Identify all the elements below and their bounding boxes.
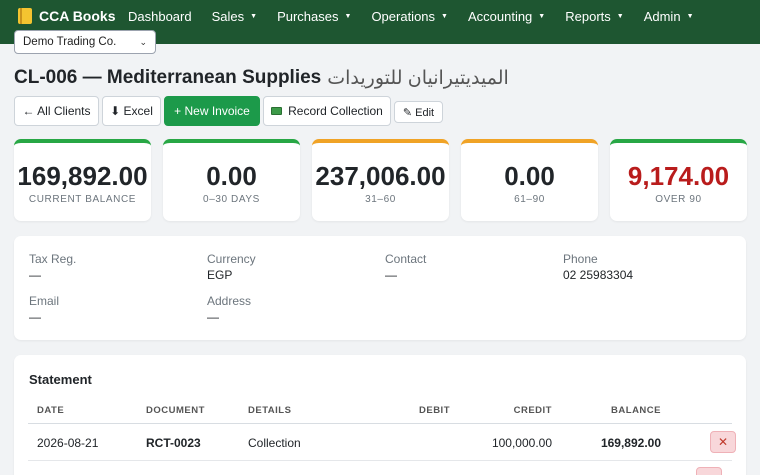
kpi-current-balance: 169,892.00 CURRENT BALANCE [14,139,151,221]
client-code-title: CL-006 — Mediterranean Supplies [14,67,322,88]
new-invoice-button[interactable]: + New Invoice [164,96,260,126]
kpi-value: 9,174.00 [627,161,730,191]
statement-table-header: DATE DOCUMENT DETAILS DEBIT CREDIT BALAN… [28,400,732,424]
field-value: — [385,268,397,282]
edit-button[interactable]: ✎ Edit [394,101,443,123]
column-header-details: DETAILS [248,405,292,416]
nav-dashboard[interactable]: Dashboard [128,9,192,24]
column-header-debit: DEBIT [419,405,450,416]
caret-down-icon: ▼ [616,12,624,20]
tax-reg-field: Tax Reg. — [29,252,76,282]
client-arabic-name: الميديتيرانيان للتوريدات [327,67,509,89]
statement-card: Statement DATE DOCUMENT DETAILS DEBIT CR… [14,355,746,475]
field-label: Email [29,294,60,308]
kpi-label: 61–90 [514,194,545,205]
kpi-label: 0–30 DAYS [203,194,260,205]
nav-accounting[interactable]: Accounting ▼ [468,9,545,24]
cell-balance: 169,892.00 [600,436,661,450]
currency-field: Currency EGP [207,252,256,282]
column-header-balance: BALANCE [611,405,661,416]
nav-admin[interactable]: Admin ▼ [644,9,694,24]
page-title: CL-006 — Mediterranean Supplies الميديتي… [14,66,509,90]
caret-down-icon: ▼ [686,12,694,20]
nav-label: Sales [211,8,245,24]
field-value: — [29,310,41,324]
close-icon: ✕ [717,435,729,449]
field-label: Currency [207,252,256,266]
address-field: Address — [207,294,251,324]
field-value: 02 25983304 [563,268,634,282]
company-select[interactable]: Demo Trading Co. ⌄ [14,30,156,54]
kpi-over-90: 9,174.00 OVER 90 [610,139,747,221]
kpi-label: CURRENT BALANCE [28,194,137,205]
app-title: CCA Books [39,8,116,24]
caret-down-icon: ▼ [538,12,546,20]
field-value: EGP [207,268,233,282]
nav-label: Reports [565,8,611,24]
company-select-value: Demo Trading Co. [23,36,117,48]
caret-down-icon: ▼ [344,12,352,20]
caret-down-icon: ▼ [441,12,448,20]
contact-field: Contact — [385,252,426,282]
nav-label: Purchases [277,8,339,24]
field-value: — [29,268,41,282]
nav-operations[interactable]: Operations ▼ [371,9,448,24]
chevron-down-icon: ⌄ [139,36,147,47]
client-info-card: Tax Reg. — Currency EGP Contact — Phone … [14,236,746,340]
caret-down-icon: ▼ [250,12,258,20]
app-brand[interactable]: CCA Books [18,6,116,26]
record-collection-label: Record Collection [288,104,383,118]
column-header-document: DOCUMENT [146,405,205,416]
cell-date: 2026-08-21 [37,436,99,450]
ledger-book-icon [18,8,32,24]
delete-row-button[interactable]: ✕ [710,431,736,453]
field-label: Address [207,294,252,308]
kpi-0-30-days: 0.00 0–30 DAYS [163,139,300,221]
field-label: Tax Reg. [29,252,77,266]
field-label: Phone [563,252,598,266]
field-label: Contact [385,252,427,266]
nav-purchases[interactable]: Purchases ▼ [277,9,351,24]
phone-field: Phone 02 25983304 [563,252,633,282]
nav-label: Operations [371,8,436,24]
kpi-value: 169,892.00 [17,161,148,191]
column-header-date: DATE [37,405,65,416]
cell-details: Collection [248,436,301,450]
excel-export-button[interactable]: ⬇ Excel [102,96,161,126]
main-menu: Dashboard Sales ▼ Purchases ▼ Operations ▼ … [128,6,714,26]
cell-credit: 100,000.00 [491,436,552,450]
nav-label: Admin [643,8,681,24]
cell-document-link[interactable]: RCT-0023 [146,436,201,450]
kpi-label: OVER 90 [655,194,702,205]
nav-label: Accounting [467,8,533,24]
table-row: 2026-08-21 RCT-0023 Collection 100,000.0… [28,425,736,461]
kpi-value: 0.00 [504,161,555,191]
column-header-credit: CREDIT [513,405,552,416]
kpi-61-90-days: 0.00 61–90 [461,139,598,221]
nav-label: Dashboard [128,8,192,24]
field-value: — [207,310,219,324]
kpi-31-60-days: 237,006.00 31–60 [312,139,449,221]
kpi-value: 0.00 [206,161,257,191]
statement-title: Statement [29,372,92,387]
kpi-label: 31–60 [365,194,396,205]
email-field: Email — [29,294,59,324]
cash-icon [271,107,283,115]
nav-reports[interactable]: Reports ▼ [565,9,623,24]
record-collection-button[interactable]: Record Collection [263,96,391,126]
all-clients-button[interactable]: ← All Clients [14,96,99,126]
delete-row-button[interactable] [696,467,722,475]
kpi-value: 237,006.00 [315,161,446,191]
nav-sales[interactable]: Sales ▼ [212,9,257,24]
